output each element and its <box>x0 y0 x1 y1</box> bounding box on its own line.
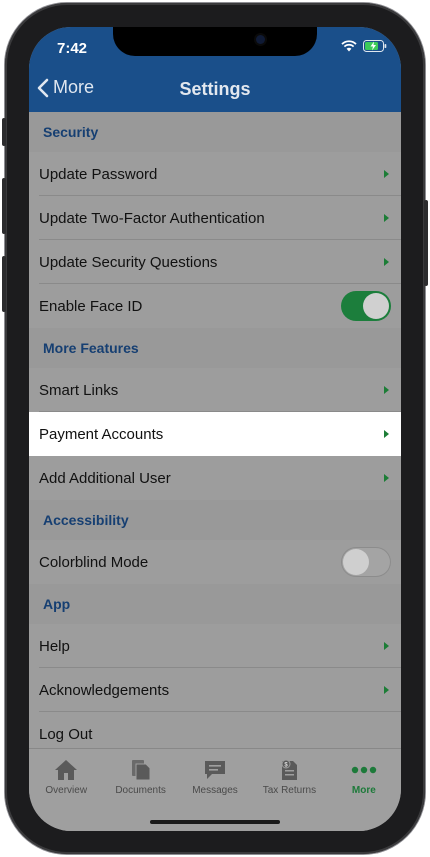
row-enable-face-id: Enable Face ID <box>29 284 401 328</box>
battery-charging-icon <box>363 40 387 52</box>
row-label: Help <box>39 637 70 655</box>
screen: 7:42 More Settings Security Update Passw… <box>29 27 401 831</box>
row-label: Enable Face ID <box>39 297 143 315</box>
power-button <box>424 200 428 286</box>
volume-down-button <box>2 256 6 312</box>
chevron-right-icon <box>384 686 389 694</box>
home-indicator <box>150 820 280 824</box>
tab-label: Tax Returns <box>262 785 317 796</box>
status-icons <box>341 40 387 52</box>
documents-icon <box>131 760 151 781</box>
row-acknowledgements[interactable]: Acknowledgements <box>29 668 401 712</box>
tab-bar: Overview Documents Messages $ Tax Return… <box>29 748 401 831</box>
section-header-security: Security <box>29 112 401 152</box>
tab-tax-returns[interactable]: $ Tax Returns <box>252 749 326 831</box>
wifi-icon <box>341 40 357 52</box>
chevron-right-icon <box>384 642 389 650</box>
row-colorblind-mode: Colorblind Mode <box>29 540 401 584</box>
section-header-accessibility: Accessibility <box>29 500 401 540</box>
message-icon <box>205 761 226 779</box>
tab-label: More <box>351 785 376 796</box>
toggle-knob <box>363 293 389 319</box>
notch <box>113 27 317 56</box>
page-title: Settings <box>179 79 251 99</box>
row-label: Colorblind Mode <box>39 553 149 571</box>
row-add-additional-user[interactable]: Add Additional User <box>29 456 401 500</box>
tax-returns-icon: $ <box>281 759 298 780</box>
row-label: Payment Accounts <box>39 425 164 443</box>
chevron-right-icon <box>384 474 389 482</box>
chevron-right-icon <box>384 170 389 178</box>
tab-messages[interactable]: Messages <box>178 749 252 831</box>
toggle-knob <box>343 549 369 575</box>
chevron-right-icon <box>384 214 389 222</box>
settings-list: Security Update Password Update Two-Fact… <box>29 112 401 756</box>
chevron-right-icon <box>384 430 389 438</box>
more-dots-icon <box>351 766 377 774</box>
row-label: Update Security Questions <box>39 253 218 271</box>
section-header-app: App <box>29 584 401 624</box>
mute-switch <box>2 118 6 146</box>
tab-label: Overview <box>45 785 88 796</box>
home-icon <box>55 760 78 780</box>
front-camera <box>256 35 265 44</box>
section-header-more-features: More Features <box>29 328 401 368</box>
colorblind-mode-toggle[interactable] <box>341 547 391 577</box>
tab-label: Documents <box>115 785 166 796</box>
volume-up-button <box>2 178 6 234</box>
row-label: Acknowledgements <box>39 681 170 699</box>
face-id-toggle[interactable] <box>341 291 391 321</box>
row-label: Add Additional User <box>39 469 171 487</box>
tab-overview[interactable]: Overview <box>29 749 103 831</box>
row-label: Update Password <box>39 165 158 183</box>
tab-documents[interactable]: Documents <box>103 749 177 831</box>
row-update-password[interactable]: Update Password <box>29 152 401 196</box>
tab-more[interactable]: More <box>327 749 401 831</box>
row-label: Update Two-Factor Authentication <box>39 209 265 227</box>
status-time: 7:42 <box>57 40 88 57</box>
tab-label: Messages <box>192 785 238 796</box>
chevron-right-icon <box>384 386 389 394</box>
row-update-two-factor[interactable]: Update Two-Factor Authentication <box>29 196 401 240</box>
row-label: Log Out <box>39 725 93 743</box>
row-help[interactable]: Help <box>29 624 401 668</box>
row-payment-accounts[interactable]: Payment Accounts <box>29 412 401 456</box>
chevron-right-icon <box>384 258 389 266</box>
row-update-security-questions[interactable]: Update Security Questions <box>29 240 401 284</box>
row-smart-links[interactable]: Smart Links <box>29 368 401 412</box>
row-label: Smart Links <box>39 381 119 399</box>
